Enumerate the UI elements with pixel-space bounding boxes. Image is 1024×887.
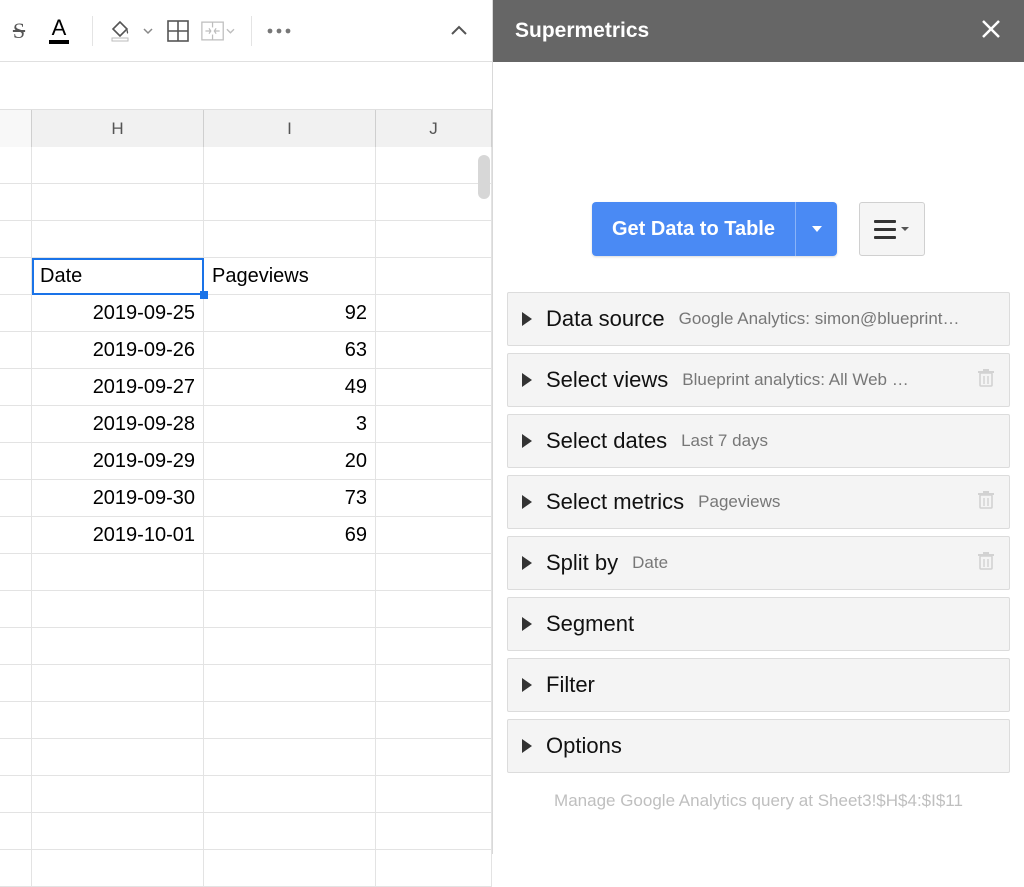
fill-handle[interactable]	[200, 291, 208, 299]
paint-bucket-icon	[108, 19, 132, 43]
sidebar-panel: Supermetrics Get Data to Table	[492, 0, 1024, 854]
chevron-down-icon[interactable]	[143, 19, 153, 43]
chevron-right-icon	[522, 373, 532, 387]
spreadsheet-grid[interactable]: Date Pageviews 2019-09-25 92 2019-09-26 …	[0, 147, 492, 854]
section-select-metrics[interactable]: Select metrics Pageviews	[507, 475, 1010, 529]
delete-views-button[interactable]	[977, 368, 995, 393]
text-color-button[interactable]: A	[42, 14, 76, 48]
merge-icon	[201, 20, 224, 42]
chevron-right-icon	[522, 434, 532, 448]
caret-down-icon	[810, 222, 824, 236]
cell-date-header[interactable]: Date	[32, 258, 204, 295]
table-row: 2019-09-26 63	[0, 332, 492, 369]
fill-color-button[interactable]	[103, 14, 137, 48]
get-data-dropdown[interactable]	[795, 202, 837, 256]
section-options[interactable]: Options	[507, 719, 1010, 773]
hamburger-icon	[874, 220, 896, 239]
section-segment[interactable]: Segment	[507, 597, 1010, 651]
table-row: 2019-09-29 20	[0, 443, 492, 480]
delete-metrics-button[interactable]	[977, 490, 995, 515]
spreadsheet-area: S A	[0, 0, 492, 854]
trash-icon	[977, 490, 995, 510]
chevron-down-icon	[226, 20, 235, 42]
section-data-source[interactable]: Data source Google Analytics: simon@blue…	[507, 292, 1010, 346]
chevron-up-icon	[449, 21, 469, 41]
section-select-dates[interactable]: Select dates Last 7 days	[507, 414, 1010, 468]
trash-icon	[977, 368, 995, 388]
trash-icon	[977, 551, 995, 571]
strikethrough-button[interactable]: S	[2, 14, 36, 48]
table-row: 2019-09-27 49	[0, 369, 492, 406]
table-row: 2019-09-30 73	[0, 480, 492, 517]
delete-splitby-button[interactable]	[977, 551, 995, 576]
collapse-toolbar-button[interactable]	[442, 14, 476, 48]
section-filter[interactable]: Filter	[507, 658, 1010, 712]
more-horizontal-icon	[266, 27, 292, 35]
text-color-icon: A	[49, 17, 70, 44]
column-headers: H I J	[0, 110, 492, 147]
borders-button[interactable]	[161, 14, 195, 48]
formula-bar[interactable]	[0, 62, 492, 110]
vertical-scrollbar[interactable]	[478, 155, 490, 199]
cell-pageviews-header[interactable]: Pageviews	[204, 258, 376, 295]
menu-button[interactable]	[859, 202, 925, 256]
get-data-button[interactable]: Get Data to Table	[592, 202, 795, 256]
column-header-h[interactable]: H	[32, 110, 204, 147]
table-row: 2019-10-01 69	[0, 517, 492, 554]
close-button[interactable]	[980, 17, 1002, 45]
more-button[interactable]	[262, 14, 296, 48]
table-row: 2019-09-25 92	[0, 295, 492, 332]
caret-down-icon	[900, 224, 910, 234]
sidebar-actions: Get Data to Table	[507, 202, 1010, 256]
get-data-button-group: Get Data to Table	[592, 202, 837, 256]
strikethrough-icon: S	[13, 18, 25, 44]
chevron-right-icon	[522, 617, 532, 631]
merge-cells-button[interactable]	[201, 14, 235, 48]
chevron-right-icon	[522, 495, 532, 509]
manage-query-note: Manage Google Analytics query at Sheet3!…	[507, 791, 1010, 811]
toolbar-separator	[92, 16, 93, 46]
section-select-views[interactable]: Select views Blueprint analytics: All We…	[507, 353, 1010, 407]
chevron-right-icon	[522, 556, 532, 570]
sidebar-body: Get Data to Table	[493, 62, 1024, 854]
chevron-right-icon	[522, 678, 532, 692]
column-header-i[interactable]: I	[204, 110, 376, 147]
select-all-corner[interactable]	[0, 110, 32, 147]
borders-icon	[167, 20, 189, 42]
section-split-by[interactable]: Split by Date	[507, 536, 1010, 590]
chevron-right-icon	[522, 312, 532, 326]
chevron-right-icon	[522, 739, 532, 753]
sidebar-title: Supermetrics	[515, 19, 649, 43]
column-header-j[interactable]: J	[376, 110, 492, 147]
close-icon	[980, 18, 1002, 40]
sidebar-titlebar: Supermetrics	[493, 0, 1024, 62]
toolbar-separator	[251, 16, 252, 46]
toolbar: S A	[0, 0, 492, 62]
table-row: 2019-09-28 3	[0, 406, 492, 443]
